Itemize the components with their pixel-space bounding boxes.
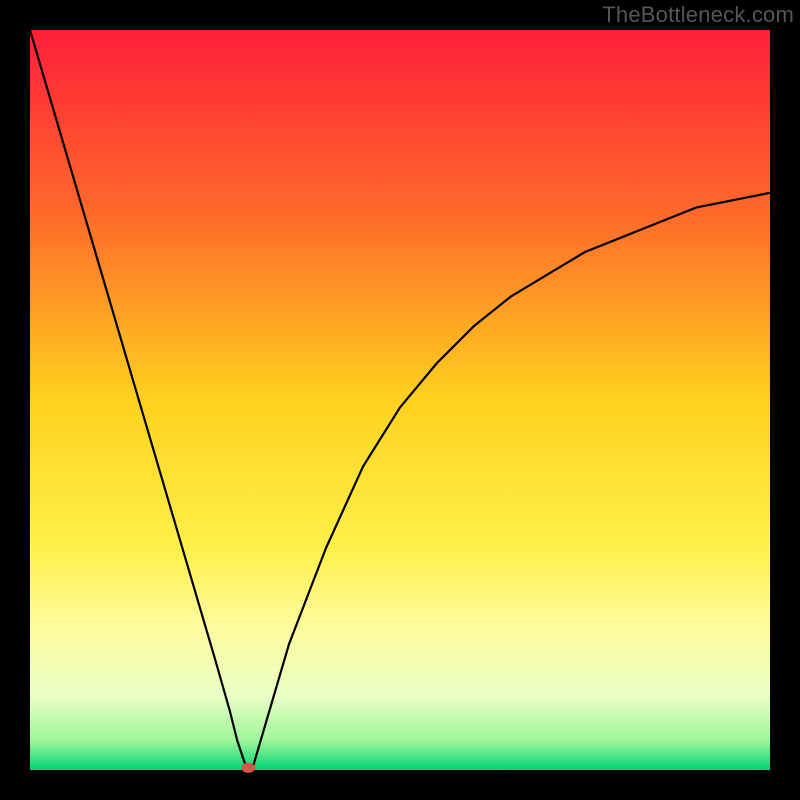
- bottleneck-chart: [0, 0, 800, 800]
- watermark-text: TheBottleneck.com: [602, 2, 794, 28]
- minimum-marker: [241, 763, 255, 773]
- plot-background: [30, 30, 770, 770]
